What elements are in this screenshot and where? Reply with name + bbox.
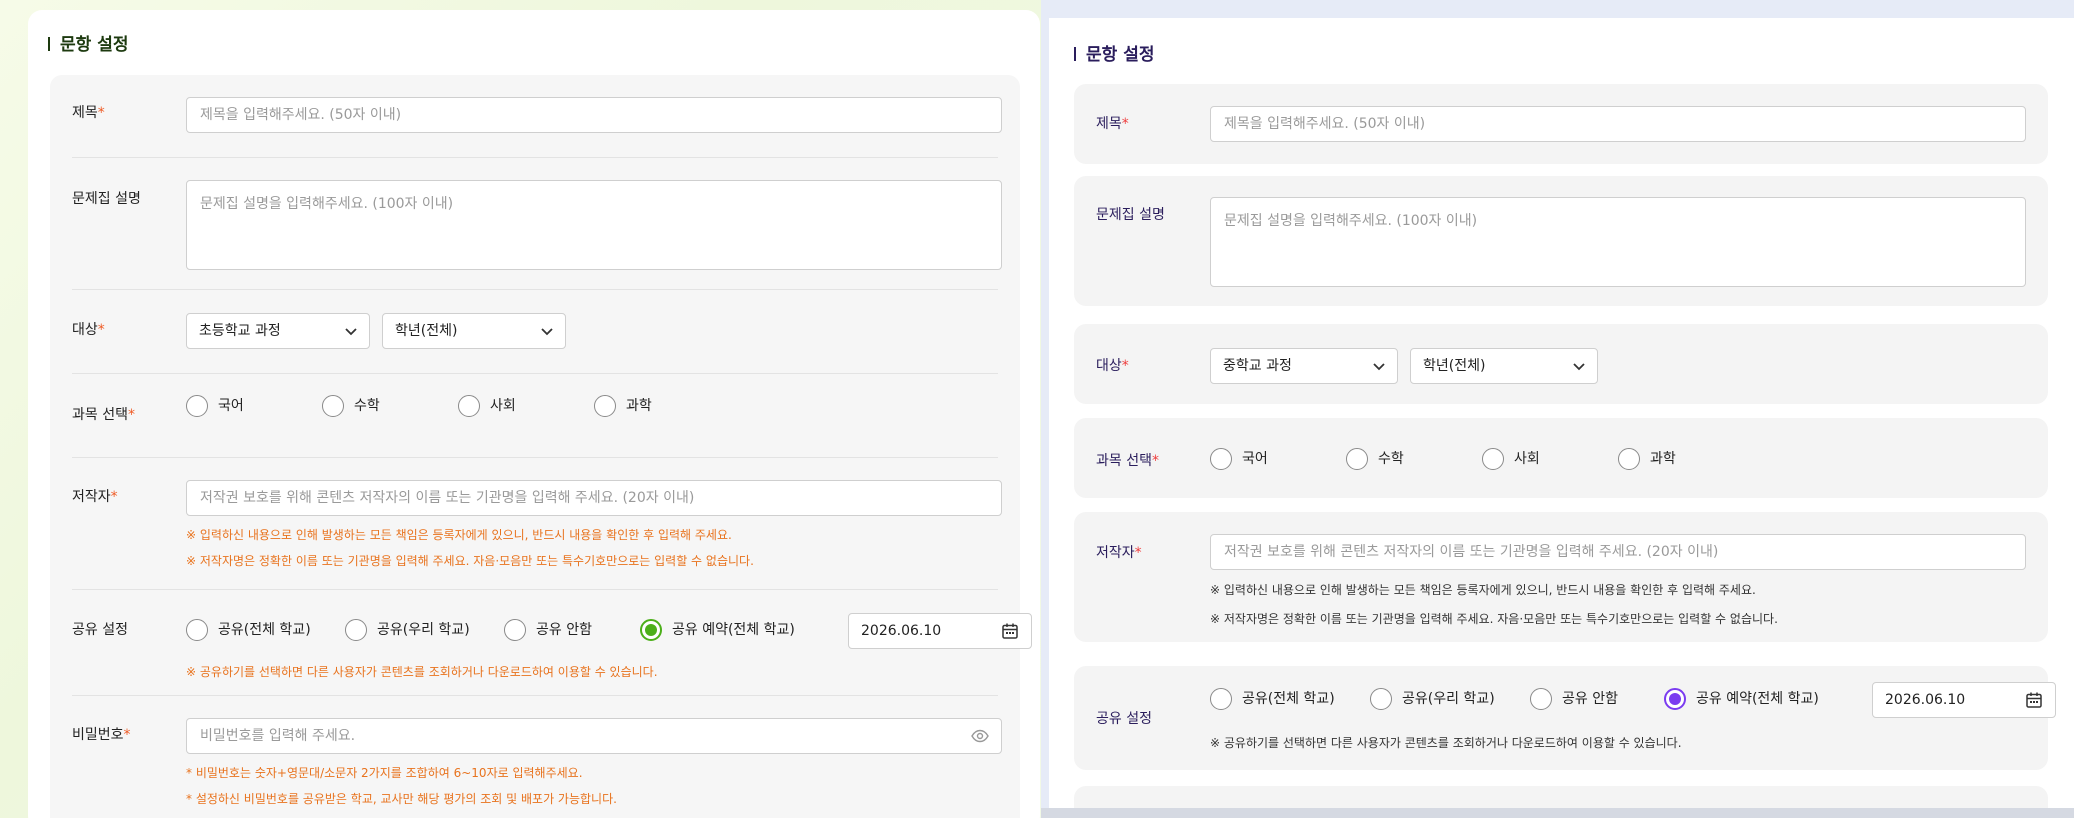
radio-circle[interactable] [1346, 448, 1368, 470]
subject-label: 과목 선택* [1096, 453, 1159, 469]
title-bar [48, 37, 50, 51]
author-note-2: ※ 저작자명은 정확한 이름 또는 기관명을 입력해 주세요. 자음·모음만 또… [1210, 612, 1778, 626]
form-area: 제목* 제목을 입력해주세요. (50자 이내) 문제집 설명 문제집 설명을 … [50, 75, 1032, 818]
radio-circle[interactable] [594, 395, 616, 417]
radio-circle[interactable] [1618, 448, 1640, 470]
radio-circle[interactable] [504, 619, 526, 641]
share-date-picker[interactable]: 2026.06.10 [1872, 682, 2056, 718]
radio-circle-selected[interactable] [640, 619, 662, 641]
right-card: 문항 설정 제목* 제목을 입력해주세요. (50자 이내) 문제집 설명 문제… [1049, 18, 2074, 818]
description-textarea[interactable]: 문제집 설명을 입력해주세요. (100자 이내) [186, 180, 1002, 270]
author-input[interactable]: 저작권 보호를 위해 콘텐츠 저작자의 이름 또는 기관명을 입력해 주세요. … [1210, 534, 2026, 570]
grade-select-value: 학년(전체) [1423, 358, 1486, 374]
course-select[interactable]: 초등학교 과정 [186, 313, 370, 349]
chevron-down-icon [1573, 363, 1585, 371]
target-label: 대상* [1096, 358, 1129, 374]
course-select-value: 중학교 과정 [1223, 358, 1292, 374]
left-card: 문항 설정 제목* 제목을 입력해주세요. (50자 이내) 문제집 설명 문제… [28, 10, 1040, 818]
grade-select[interactable]: 학년(전체) [1410, 348, 1598, 384]
chevron-down-icon [1373, 363, 1385, 371]
radio-circle[interactable] [186, 619, 208, 641]
description-block: 문제집 설명 문제집 설명을 입력해주세요. (100자 이내) [1074, 176, 2048, 306]
title-input[interactable]: 제목을 입력해주세요. (50자 이내) [1210, 106, 2026, 142]
title-bar [1074, 47, 1076, 61]
grade-select[interactable]: 학년(전체) [382, 313, 566, 349]
author-label: 저작자* [1096, 545, 1142, 561]
radio-circle[interactable] [1530, 688, 1552, 710]
description-row: 문제집 설명 문제집 설명을 입력해주세요. (100자 이내) [72, 158, 1002, 290]
password-note-2: * 설정하신 비밀번호를 공유받은 학교, 교사만 해당 평가의 조회 및 배포… [186, 792, 617, 806]
title-input[interactable]: 제목을 입력해주세요. (50자 이내) [186, 97, 1002, 133]
eye-icon[interactable] [971, 728, 989, 744]
course-select[interactable]: 중학교 과정 [1210, 348, 1398, 384]
course-select-value: 초등학교 과정 [199, 323, 281, 339]
radio-circle-selected[interactable] [1664, 688, 1686, 710]
description-label: 문제집 설명 [1096, 207, 1165, 223]
share-note: ※ 공유하기를 선택하면 다른 사용자가 콘텐츠를 조회하거나 다운로드하여 이… [186, 665, 658, 679]
section-title: 문항 설정 [48, 30, 128, 55]
author-note-1: ※ 입력하신 내용으로 인해 발생하는 모든 책임은 등록자에게 있으니, 반드… [1210, 583, 1756, 597]
author-note-2: ※ 저작자명은 정확한 이름 또는 기관명을 입력해 주세요. 자음·모음만 또… [186, 554, 754, 568]
chevron-down-icon [345, 328, 357, 336]
author-row: 저작자* 저작권 보호를 위해 콘텐츠 저작자의 이름 또는 기관명을 입력해 … [72, 458, 1002, 590]
share-label: 공유 설정 [72, 622, 128, 638]
left-panel: 문항 설정 제목* 제목을 입력해주세요. (50자 이내) 문제집 설명 문제… [0, 0, 1041, 818]
section-title: 문항 설정 [1074, 40, 1154, 65]
password-input[interactable]: 비밀번호를 입력해 주세요. [186, 718, 1002, 754]
radio-circle[interactable] [345, 619, 367, 641]
radio-circle[interactable] [1482, 448, 1504, 470]
title-label: 제목* [1096, 116, 1129, 132]
target-label: 대상* [72, 322, 105, 338]
subject-block: 과목 선택* 국어 수학 사회 과학 [1074, 418, 2048, 498]
description-label: 문제집 설명 [72, 191, 141, 207]
subject-label: 과목 선택* [72, 407, 135, 423]
target-row: 대상* 초등학교 과정 학년(전체) [72, 290, 998, 374]
share-block: 공유 설정 공유(전체 학교) 공유(우리 학교) 공유 안함 공유 예약(전체… [1074, 666, 2056, 770]
title-block: 제목* 제목을 입력해주세요. (50자 이내) [1074, 84, 2048, 164]
share-date-value: 2026.06.10 [861, 623, 942, 639]
radio-circle[interactable] [458, 395, 480, 417]
calendar-icon[interactable] [1001, 622, 1019, 640]
section-title-text: 문항 설정 [1086, 45, 1155, 65]
subject-row: 과목 선택* 국어 수학 사회 과학 [72, 374, 998, 458]
password-label: 비밀번호* [72, 727, 131, 743]
chevron-down-icon [541, 328, 553, 336]
password-note-1: * 비밀번호는 숫자+영문대/소문자 2가지를 조합하여 6~10자로 입력해주… [186, 766, 583, 780]
scroll-edge [1041, 808, 2074, 818]
radio-circle[interactable] [1370, 688, 1392, 710]
password-row: 비밀번호* 비밀번호를 입력해 주세요. * 비밀번호는 숫자+영문대/소문자 … [72, 696, 1002, 818]
calendar-icon[interactable] [2025, 691, 2043, 709]
share-note: ※ 공유하기를 선택하면 다른 사용자가 콘텐츠를 조회하거나 다운로드하여 이… [1210, 736, 1682, 750]
radio-circle[interactable] [1210, 448, 1232, 470]
password-placeholder: 비밀번호를 입력해 주세요. [200, 728, 356, 744]
share-date-value: 2026.06.10 [1885, 692, 1966, 708]
radio-circle[interactable] [322, 395, 344, 417]
description-textarea[interactable]: 문제집 설명을 입력해주세요. (100자 이내) [1210, 197, 2026, 287]
grade-select-value: 학년(전체) [395, 323, 458, 339]
title-row: 제목* 제목을 입력해주세요. (50자 이내) [72, 75, 1002, 158]
author-note-1: ※ 입력하신 내용으로 인해 발생하는 모든 책임은 등록자에게 있으니, 반드… [186, 528, 732, 542]
target-block: 대상* 중학교 과정 학년(전체) [1074, 324, 2048, 404]
share-row: 공유 설정 공유(전체 학교) 공유(우리 학교) 공유 안함 공유 예약(전체… [72, 590, 1032, 696]
share-label: 공유 설정 [1096, 711, 1152, 727]
author-block: 저작자* 저작권 보호를 위해 콘텐츠 저작자의 이름 또는 기관명을 입력해 … [1074, 512, 2048, 642]
right-panel: 문항 설정 제목* 제목을 입력해주세요. (50자 이내) 문제집 설명 문제… [1041, 0, 2074, 818]
author-input[interactable]: 저작권 보호를 위해 콘텐츠 저작자의 이름 또는 기관명을 입력해 주세요. … [186, 480, 1002, 516]
share-date-picker[interactable]: 2026.06.10 [848, 613, 1032, 649]
radio-circle[interactable] [1210, 688, 1232, 710]
title-label: 제목* [72, 105, 105, 121]
radio-circle[interactable] [186, 395, 208, 417]
section-title-text: 문항 설정 [60, 35, 129, 55]
author-label: 저작자* [72, 489, 118, 505]
